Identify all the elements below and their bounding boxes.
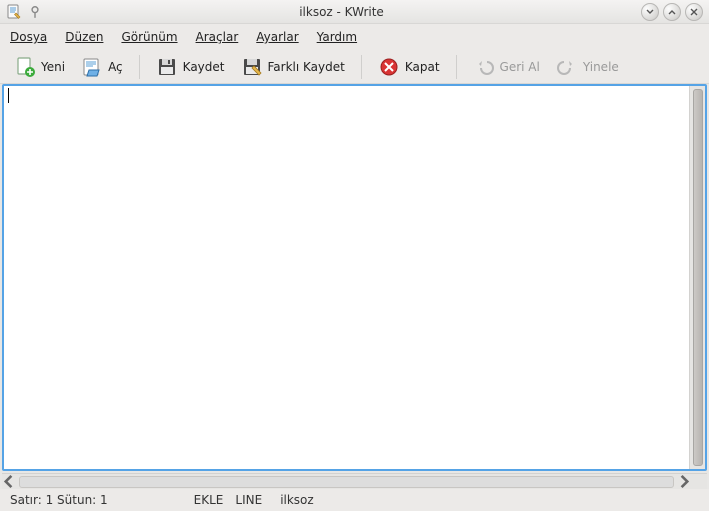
- open-button[interactable]: Aç: [75, 53, 129, 81]
- editor-frame: [2, 84, 707, 471]
- toolbar: Yeni Aç Kaydet: [0, 50, 709, 84]
- save-button[interactable]: Kaydet: [150, 53, 231, 81]
- open-label: Aç: [108, 60, 123, 74]
- menu-help[interactable]: Yardım: [315, 27, 359, 47]
- scroll-right-arrow[interactable]: [676, 475, 691, 489]
- vertical-scroll-thumb[interactable]: [693, 89, 703, 466]
- pin-icon[interactable]: [28, 5, 42, 19]
- titlebar: ilksoz - KWrite: [0, 0, 709, 24]
- toolbar-separator: [456, 55, 457, 79]
- close-file-button[interactable]: Kapat: [372, 53, 446, 81]
- maximize-button[interactable]: [663, 3, 681, 21]
- redo-button: Yinele: [550, 53, 625, 81]
- text-editor[interactable]: [4, 86, 689, 469]
- open-file-icon: [81, 56, 103, 78]
- redo-icon: [556, 56, 578, 78]
- window-title: ilksoz - KWrite: [42, 5, 641, 19]
- redo-label: Yinele: [583, 60, 619, 74]
- vertical-scrollbar[interactable]: [689, 86, 705, 469]
- minimize-button[interactable]: [641, 3, 659, 21]
- window-buttons: [641, 3, 703, 21]
- menu-file[interactable]: Dosya: [8, 27, 49, 47]
- saveas-button[interactable]: Farklı Kaydet: [235, 53, 351, 81]
- horizontal-scroll-track[interactable]: [19, 476, 674, 488]
- close-button[interactable]: [685, 3, 703, 21]
- undo-button: Geri Al: [467, 53, 546, 81]
- menu-view[interactable]: Görünüm: [119, 27, 179, 47]
- new-label: Yeni: [41, 60, 65, 74]
- save-icon: [156, 56, 178, 78]
- toolbar-separator: [139, 55, 140, 79]
- status-filename: ilksoz: [280, 493, 314, 507]
- undo-icon: [473, 56, 495, 78]
- menu-edit[interactable]: Düzen: [63, 27, 105, 47]
- toolbar-separator: [361, 55, 362, 79]
- new-button[interactable]: Yeni: [8, 53, 71, 81]
- status-line-mode: LINE: [235, 493, 262, 507]
- scroll-left-arrow[interactable]: [2, 475, 17, 489]
- text-cursor: [8, 88, 9, 103]
- close-label: Kapat: [405, 60, 440, 74]
- close-icon: [378, 56, 400, 78]
- menu-tools[interactable]: Araçlar: [194, 27, 241, 47]
- save-label: Kaydet: [183, 60, 225, 74]
- saveas-label: Farklı Kaydet: [268, 60, 345, 74]
- undo-label: Geri Al: [500, 60, 540, 74]
- menu-settings[interactable]: Ayarlar: [254, 27, 300, 47]
- scroll-corner: [691, 474, 707, 489]
- new-file-icon: [14, 56, 36, 78]
- menubar: Dosya Düzen Görünüm Araçlar Ayarlar Yard…: [0, 24, 709, 50]
- status-insert-mode[interactable]: EKLE: [194, 493, 224, 507]
- horizontal-scroll-row: [2, 473, 707, 489]
- statusbar: Satır: 1 Sütun: 1 EKLE LINE ilksoz: [0, 489, 709, 511]
- editor-body: [4, 86, 705, 469]
- horizontal-scrollbar[interactable]: [2, 474, 691, 489]
- status-linecol: Satır: 1 Sütun: 1: [10, 493, 108, 507]
- app-icon: [6, 4, 22, 20]
- saveas-icon: [241, 56, 263, 78]
